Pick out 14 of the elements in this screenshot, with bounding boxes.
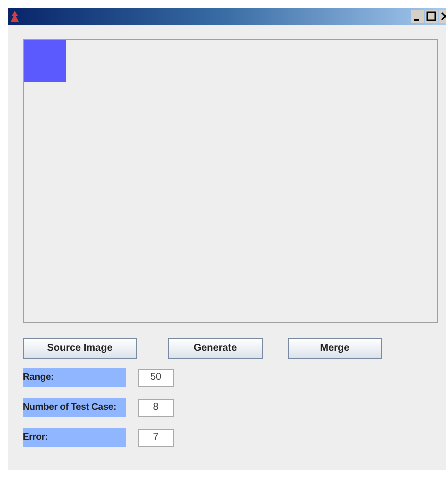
field-label: Number of Test Case: xyxy=(23,398,126,417)
app-icon xyxy=(10,10,20,22)
source-image-square xyxy=(24,40,66,82)
close-button[interactable] xyxy=(439,10,446,23)
field-label: Error: xyxy=(23,428,126,447)
action-button[interactable]: Source Image xyxy=(23,338,137,359)
maximize-button[interactable] xyxy=(425,10,438,23)
input-field[interactable]: 50 xyxy=(138,368,174,386)
action-button[interactable]: Merge xyxy=(288,338,382,359)
field-label: Range: xyxy=(23,368,126,387)
action-button[interactable]: Generate xyxy=(168,338,263,359)
minimize-button[interactable] xyxy=(411,10,424,23)
input-field[interactable]: 8 xyxy=(138,398,174,416)
input-field[interactable]: 7 xyxy=(138,428,174,446)
